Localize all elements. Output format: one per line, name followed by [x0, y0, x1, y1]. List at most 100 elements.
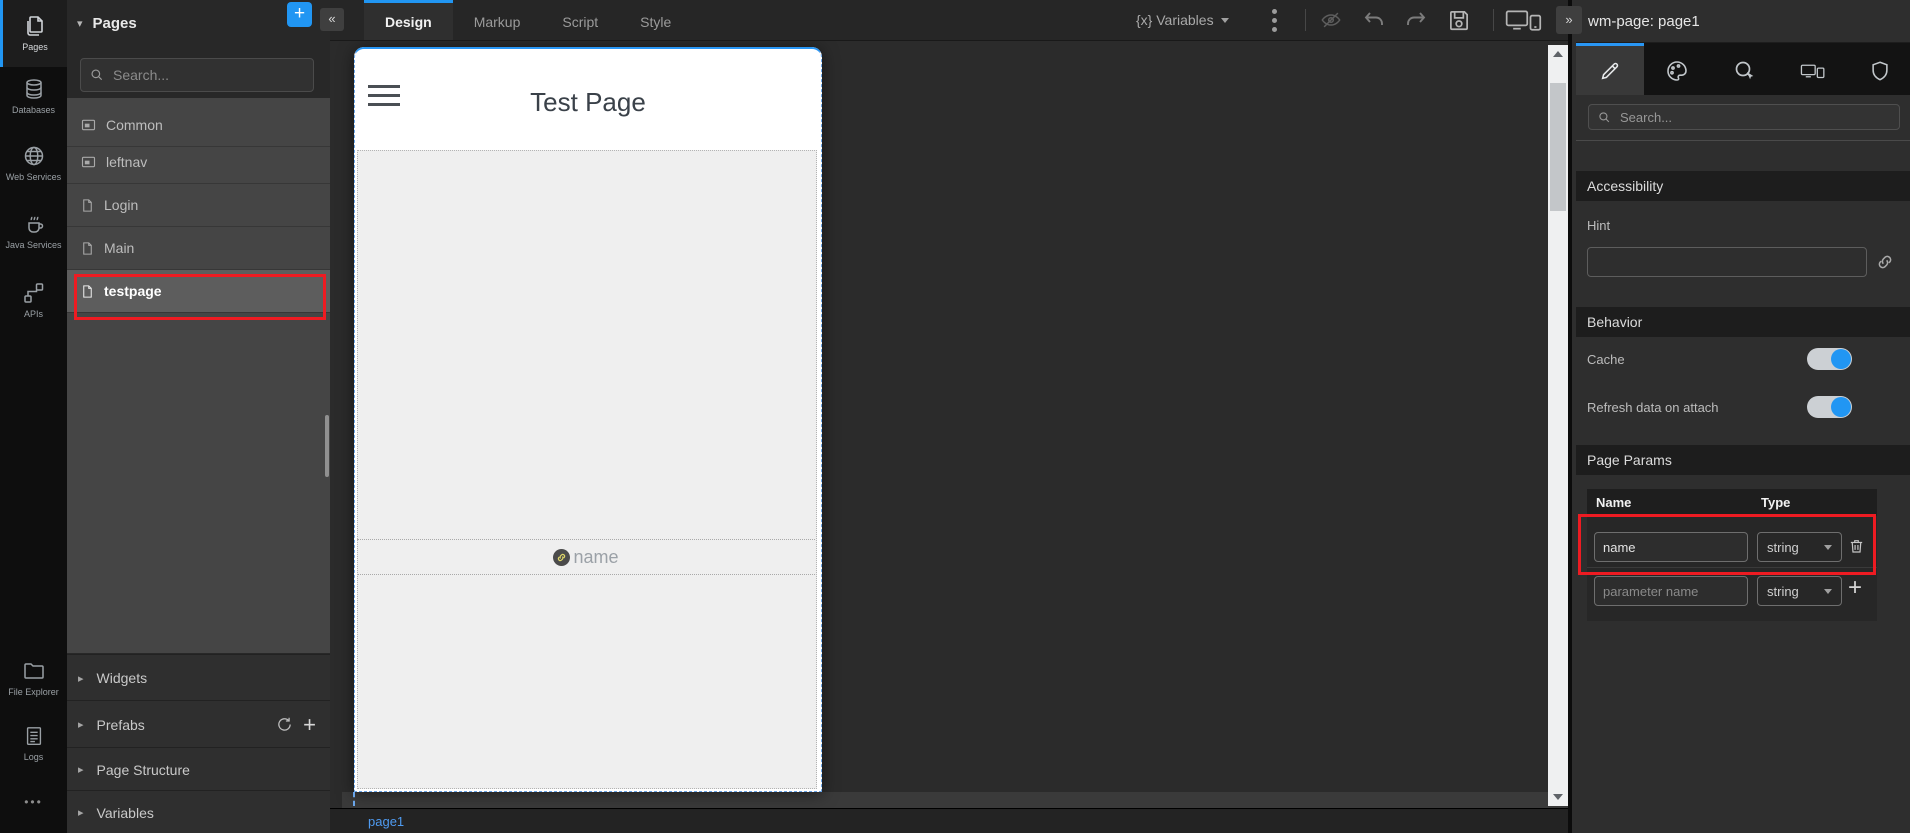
- add-prefab-button[interactable]: +: [303, 712, 316, 738]
- page-preview[interactable]: Test Page name: [354, 47, 822, 792]
- refresh-data-toggle[interactable]: [1807, 396, 1852, 418]
- undo-button[interactable]: [1361, 0, 1387, 40]
- device-preview-icon: [1504, 7, 1544, 33]
- panel-scrollbar-thumb[interactable]: [325, 415, 329, 477]
- inspect-icon: [1733, 59, 1757, 83]
- preview-off-button[interactable]: [1316, 0, 1346, 40]
- rail-item-databases[interactable]: Databases: [0, 74, 67, 118]
- tab-security[interactable]: [1846, 43, 1910, 95]
- properties-search-input[interactable]: [1618, 109, 1872, 126]
- top-toolbar: Design Markup Script Style {x} Variables: [330, 0, 1568, 41]
- column-header-type: Type: [1761, 489, 1790, 516]
- delete-param-button[interactable]: [1848, 536, 1865, 556]
- page-icon: [80, 283, 95, 300]
- table-header-row: Name Type: [1587, 489, 1877, 516]
- properties-tabs: [1576, 43, 1910, 95]
- page-item-leftnav[interactable]: leftnav: [67, 141, 330, 184]
- save-button[interactable]: [1446, 0, 1472, 40]
- open-page-tab[interactable]: page1: [368, 809, 404, 833]
- pages-list: Common leftnav Login Main testpage: [67, 98, 330, 653]
- tab-design[interactable]: Design: [364, 0, 453, 40]
- rail-item-pages[interactable]: Pages: [0, 0, 67, 67]
- canvas-scrollbar-thumb[interactable]: [1550, 83, 1566, 211]
- caret-right-icon: ▸: [78, 806, 84, 819]
- chevron-down-icon: [1824, 589, 1832, 594]
- hint-input[interactable]: [1587, 247, 1867, 277]
- chevron-down-icon: [1824, 545, 1832, 550]
- search-icon: [1598, 111, 1611, 124]
- device-preview-button[interactable]: [1504, 0, 1544, 40]
- section-prefabs[interactable]: ▸ Prefabs +: [67, 700, 330, 748]
- rail-item-label: Logs: [24, 752, 44, 762]
- page-item-main[interactable]: Main: [67, 227, 330, 270]
- new-param-name-input[interactable]: [1594, 576, 1748, 606]
- tab-properties[interactable]: [1576, 43, 1644, 95]
- add-page-button[interactable]: +: [287, 2, 312, 27]
- shield-icon: [1869, 60, 1891, 82]
- collapse-panel-button[interactable]: «: [320, 8, 344, 31]
- param-type-select[interactable]: string: [1757, 532, 1842, 562]
- toggle-knob: [1831, 397, 1851, 417]
- chevron-down-icon: [1221, 18, 1229, 23]
- properties-panel: wm-page: page1 Accessib: [1568, 0, 1910, 833]
- rail-item-file-explorer[interactable]: File Explorer: [0, 646, 67, 710]
- canvas-scrollbar[interactable]: [1548, 45, 1568, 806]
- canvas-bottom-strip: [342, 792, 1568, 808]
- caret-down-icon: ▾: [77, 17, 83, 30]
- caret-right-icon: ▸: [78, 763, 84, 776]
- hint-label: Hint: [1587, 218, 1610, 233]
- rail-item-label: Java Services: [5, 240, 61, 250]
- page-item-login[interactable]: Login: [67, 184, 330, 227]
- toggle-knob: [1831, 349, 1851, 369]
- database-icon: [22, 77, 46, 101]
- refresh-icon[interactable]: [276, 716, 293, 733]
- add-param-button[interactable]: +: [1848, 576, 1862, 600]
- preview-off-icon: [1316, 9, 1346, 31]
- tab-styles[interactable]: [1644, 43, 1712, 95]
- tab-style[interactable]: Style: [619, 0, 692, 40]
- tab-script[interactable]: Script: [541, 0, 619, 40]
- param-name-input[interactable]: [1594, 532, 1748, 562]
- rail-item-java-services[interactable]: Java Services: [0, 200, 67, 262]
- wavemaker-studio: Pages Databases Web Services Java Servic…: [0, 0, 1910, 833]
- page-item-label: Main: [104, 240, 134, 256]
- page-item-testpage[interactable]: testpage: [67, 270, 330, 313]
- variables-dropdown[interactable]: {x} Variables: [1136, 0, 1229, 40]
- rail-item-apis[interactable]: APIs: [0, 274, 67, 326]
- scroll-down-button[interactable]: [1548, 788, 1568, 806]
- cache-toggle[interactable]: [1807, 348, 1852, 370]
- undo-icon: [1361, 8, 1387, 32]
- divider: [1576, 140, 1910, 141]
- search-icon: [90, 68, 104, 82]
- tab-inspect[interactable]: [1711, 43, 1779, 95]
- column-header-name: Name: [1596, 489, 1631, 516]
- section-page-structure[interactable]: ▸ Page Structure: [67, 747, 330, 791]
- expand-panel-button[interactable]: »: [1556, 6, 1582, 34]
- folder-icon: [22, 659, 46, 683]
- param-label-widget[interactable]: name: [357, 539, 815, 575]
- save-icon: [1446, 7, 1472, 33]
- page-item-label: Common: [106, 117, 163, 133]
- trash-icon: [1848, 536, 1865, 556]
- kebab-menu-button[interactable]: [1272, 0, 1277, 40]
- logs-icon: [23, 724, 45, 748]
- page-preview-title[interactable]: Test Page: [354, 87, 822, 118]
- refresh-data-label: Refresh data on attach: [1587, 400, 1719, 415]
- devices-icon: [1800, 59, 1826, 83]
- toolbar-divider: [1493, 9, 1494, 31]
- scroll-up-button[interactable]: [1548, 45, 1568, 63]
- page-icon: [80, 197, 95, 214]
- pages-search-input[interactable]: [111, 66, 285, 84]
- more-options-button[interactable]: •••: [0, 795, 67, 809]
- redo-button[interactable]: [1403, 0, 1429, 40]
- rail-item-logs[interactable]: Logs: [0, 716, 67, 770]
- bind-property-button[interactable]: [1875, 252, 1895, 272]
- new-param-type-select[interactable]: string: [1757, 576, 1842, 606]
- section-variables[interactable]: ▸ Variables: [67, 790, 330, 833]
- caret-right-icon: ▸: [78, 672, 84, 685]
- rail-item-web-services[interactable]: Web Services: [0, 132, 67, 194]
- tab-markup[interactable]: Markup: [453, 0, 542, 40]
- page-content-area[interactable]: name: [357, 150, 817, 789]
- tab-devices[interactable]: [1779, 43, 1847, 95]
- section-widgets[interactable]: ▸ Widgets: [67, 654, 330, 701]
